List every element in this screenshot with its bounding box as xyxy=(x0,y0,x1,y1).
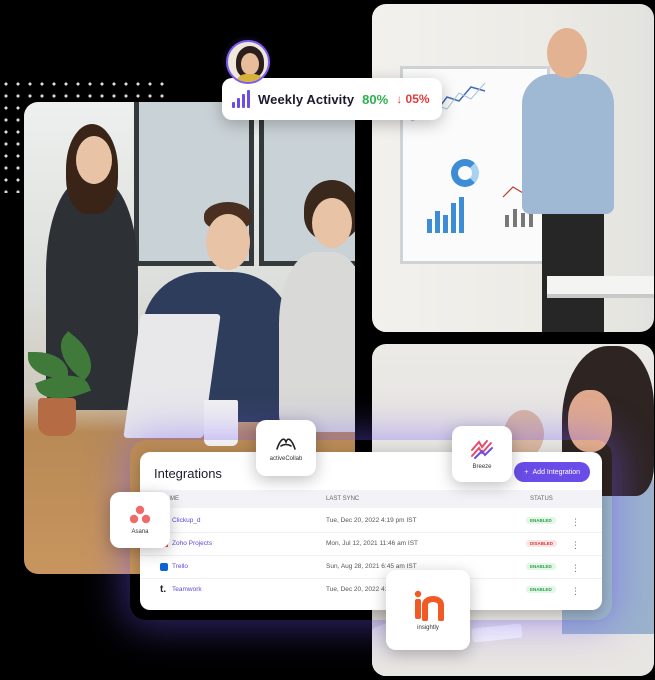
table-header: ME ↑ LAST SYNC STATUS xyxy=(140,490,602,508)
status-badge: ENABLED xyxy=(526,517,556,524)
table-row[interactable]: Zoho Projects Mon, Jul 12, 2021 11:46 am… xyxy=(140,533,602,556)
arrow-down-icon: ↓ xyxy=(396,92,403,106)
bar-chart-graphic xyxy=(427,197,464,233)
trello-icon xyxy=(160,563,168,571)
integrations-title: Integrations xyxy=(154,466,222,481)
activecollab-label: activeCollab xyxy=(269,456,303,462)
presenter-head xyxy=(547,28,587,78)
face xyxy=(206,214,250,270)
donut-chart-graphic xyxy=(451,159,479,187)
more-options-icon[interactable]: ⋮ xyxy=(571,540,580,551)
whiteboard-presentation-photo xyxy=(372,4,654,332)
insightly-icon xyxy=(414,590,444,621)
activecollab-logo-card: activeCollab xyxy=(256,420,316,476)
asana-label: Asana xyxy=(131,529,149,535)
column-header-last-sync: LAST SYNC xyxy=(326,496,360,502)
woman-seated xyxy=(279,252,355,432)
breeze-icon xyxy=(471,440,493,459)
weekly-activity-title: Weekly Activity xyxy=(258,91,355,107)
insightly-label: insightly xyxy=(417,625,439,631)
insightly-logo-card: insightly xyxy=(386,570,470,650)
avatar xyxy=(226,40,270,84)
face xyxy=(76,136,112,184)
more-options-icon[interactable]: ⋮ xyxy=(571,586,580,597)
presenter-legs xyxy=(542,204,604,332)
table-row[interactable]: Clickup_d Tue, Dec 20, 2022 4:19 pm IST … xyxy=(140,510,602,533)
plant-pot xyxy=(38,398,76,436)
weekly-activity-percent: 80% xyxy=(362,91,389,107)
asana-icon xyxy=(129,505,151,524)
teamwork-icon: t. xyxy=(160,584,167,595)
status-badge: ENABLED xyxy=(526,586,556,593)
plus-icon: + xyxy=(524,468,529,476)
status-badge: ENABLED xyxy=(526,563,556,570)
asana-logo-card: Asana xyxy=(110,492,170,548)
status-badge: DISABLED xyxy=(526,540,558,547)
face xyxy=(312,198,352,248)
bar-chart-icon xyxy=(232,90,250,108)
add-integration-button[interactable]: + Add Integration xyxy=(514,462,590,482)
table-row[interactable]: Trello Sun, Aug 28, 2021 6:45 am IST ENA… xyxy=(140,556,602,579)
breeze-logo-card: Breeze xyxy=(452,426,512,482)
breeze-label: Breeze xyxy=(472,464,492,470)
table-row[interactable]: t. Teamwork Tue, Dec 20, 2022 4:1 ENABLE… xyxy=(140,579,602,602)
more-options-icon[interactable]: ⋮ xyxy=(571,563,580,574)
presenter xyxy=(522,74,614,214)
column-header-name[interactable]: ME ↑ xyxy=(170,496,179,502)
weekly-activity-card: Weekly Activity 80% ↓ 05% xyxy=(222,78,442,120)
desk xyxy=(547,276,654,298)
more-options-icon[interactable]: ⋮ xyxy=(571,517,580,528)
weekly-activity-change: ↓ 05% xyxy=(396,92,430,106)
integrations-panel: Integrations + Add Integration ME ↑ LAST… xyxy=(140,452,602,610)
activecollab-icon xyxy=(276,438,296,450)
column-header-status: STATUS xyxy=(530,496,553,502)
